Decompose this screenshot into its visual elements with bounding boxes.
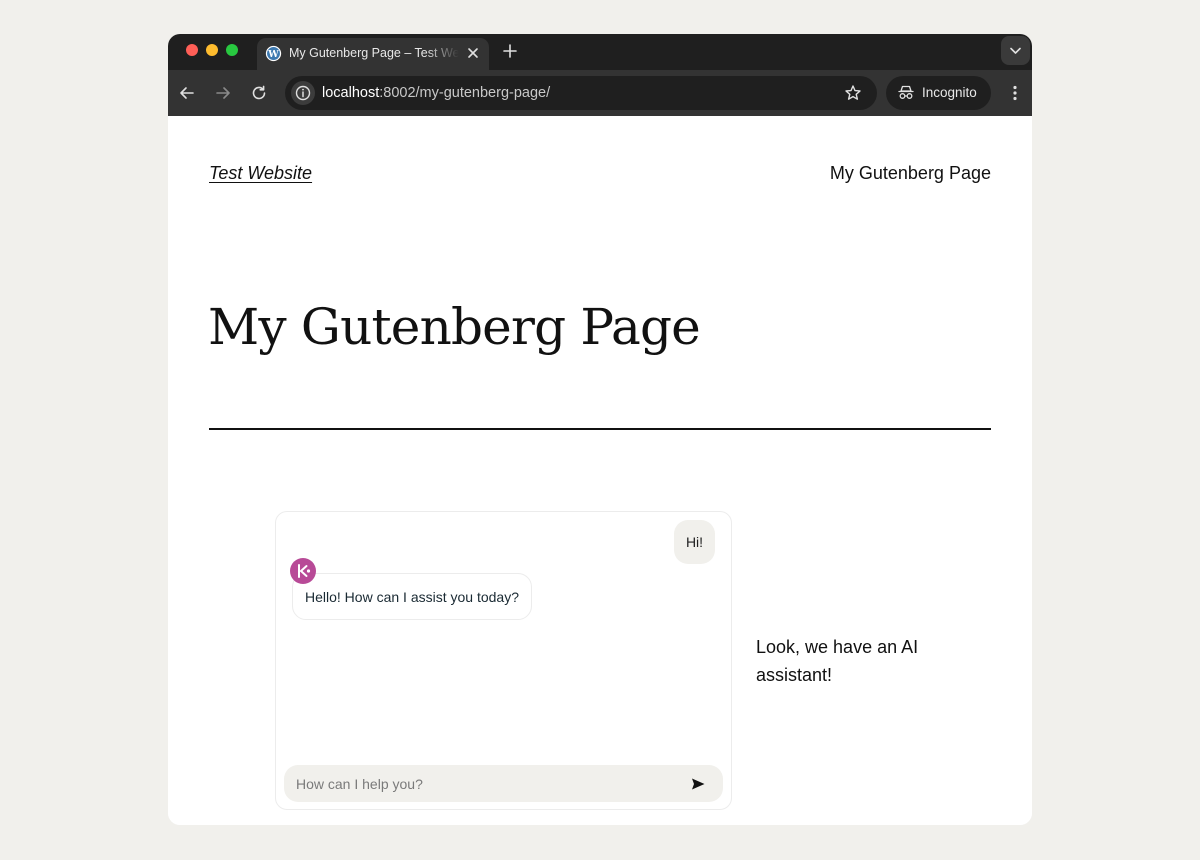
tab-search-button[interactable] xyxy=(1001,36,1030,65)
browser-toolbar: localhost:8002/my-gutenberg-page/ Incogn… xyxy=(168,70,1032,116)
url-host: localhost xyxy=(322,85,380,101)
tab-strip: W My Gutenberg Page – Test Website xyxy=(168,34,1032,70)
incognito-indicator[interactable]: Incognito xyxy=(886,76,991,110)
back-arrow-icon[interactable] xyxy=(178,84,196,102)
forward-arrow-icon[interactable] xyxy=(214,84,232,102)
side-paragraph: Look, we have an AI assistant! xyxy=(756,637,919,685)
page-content: Test Website My Gutenberg Page My Gutenb… xyxy=(168,116,1032,825)
url-text[interactable]: localhost:8002/my-gutenberg-page/ xyxy=(322,85,550,101)
chat-widget: Hi! Hello! How can I assist you today? xyxy=(275,511,732,810)
incognito-icon xyxy=(898,85,914,99)
more-menu-icon[interactable] xyxy=(1005,83,1025,103)
page-title: My Gutenberg Page xyxy=(208,298,701,356)
reload-icon[interactable] xyxy=(250,84,268,102)
assistant-logo-icon xyxy=(298,564,311,578)
site-title-link[interactable]: Test Website xyxy=(209,163,312,184)
svg-text:W: W xyxy=(267,49,279,60)
incognito-label: Incognito xyxy=(922,85,977,100)
new-tab-icon[interactable] xyxy=(501,42,519,60)
wordpress-icon: W xyxy=(265,45,282,62)
chevron-down-icon xyxy=(1010,47,1021,54)
minimize-window-button[interactable] xyxy=(206,44,218,56)
send-icon[interactable] xyxy=(690,776,706,792)
maximize-window-button[interactable] xyxy=(226,44,238,56)
chat-input[interactable] xyxy=(284,765,723,802)
url-path: :8002/my-gutenberg-page/ xyxy=(379,85,551,101)
user-message: Hi! xyxy=(674,520,715,564)
tab-title: My Gutenberg Page – Test Website xyxy=(289,46,459,60)
close-window-button[interactable] xyxy=(186,44,198,56)
close-tab-icon[interactable] xyxy=(466,46,480,60)
info-icon xyxy=(295,85,311,101)
bookmark-star-icon[interactable] xyxy=(844,84,862,102)
nav-link-my-gutenberg-page[interactable]: My Gutenberg Page xyxy=(830,163,991,184)
browser-tab[interactable]: W My Gutenberg Page – Test Website xyxy=(257,38,489,70)
assistant-avatar xyxy=(290,558,316,584)
site-info-button[interactable] xyxy=(291,81,315,105)
assistant-message: Hello! How can I assist you today? xyxy=(292,573,532,620)
address-bar[interactable]: localhost:8002/my-gutenberg-page/ xyxy=(285,76,877,110)
separator xyxy=(209,428,991,430)
browser-window: W My Gutenberg Page – Test Website xyxy=(168,34,1032,825)
